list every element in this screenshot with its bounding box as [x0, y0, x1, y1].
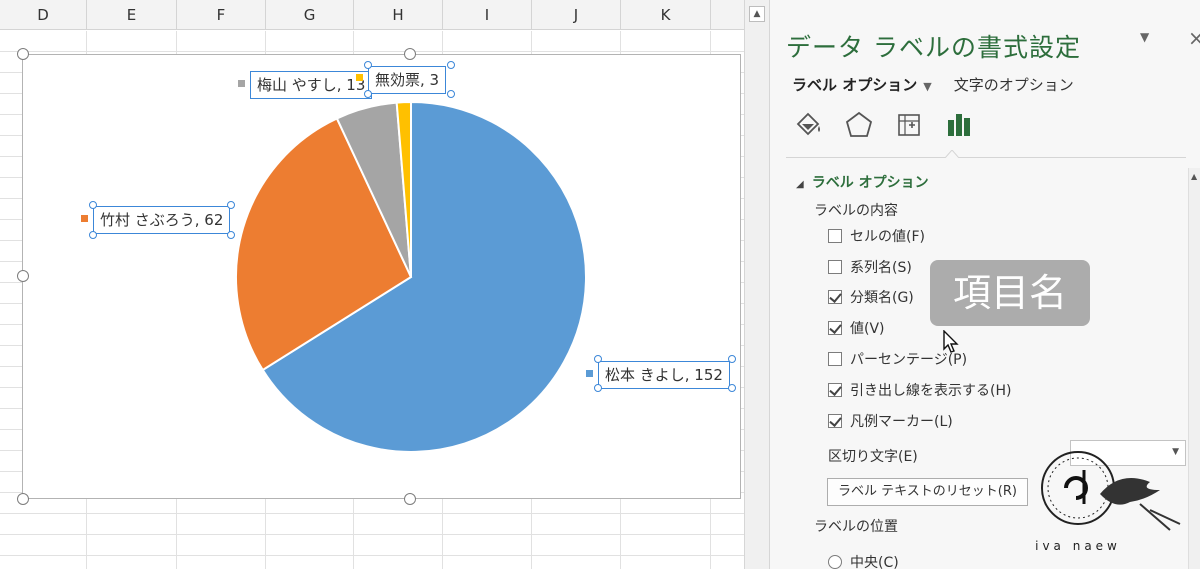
- scroll-up-arrow-icon[interactable]: ▲: [749, 6, 765, 22]
- data-label-text: 無効票, 3: [375, 71, 440, 89]
- label-handle[interactable]: [594, 355, 602, 363]
- data-label-takemura[interactable]: 竹村 さぶろう, 62: [93, 206, 231, 234]
- column-header-h[interactable]: H: [354, 0, 443, 30]
- legend-marker-takemura: [81, 215, 88, 222]
- option-label: 値(V): [850, 321, 885, 337]
- column-headers: D E F G H I J K: [0, 0, 744, 30]
- label-handle[interactable]: [594, 384, 602, 392]
- label-handle[interactable]: [364, 61, 372, 69]
- section-title: ラベル オプション: [811, 175, 929, 191]
- column-header-d[interactable]: D: [0, 0, 87, 30]
- legend-marker-mukouhyou: [356, 74, 363, 81]
- divider: [786, 157, 1186, 158]
- column-header-j[interactable]: J: [532, 0, 621, 30]
- chart-resize-handle-bottom-left[interactable]: [17, 493, 29, 505]
- label-handle[interactable]: [227, 201, 235, 209]
- label-contents-heading: ラベルの内容: [814, 203, 898, 219]
- legend-marker-umeyama: [238, 80, 245, 87]
- label-position-heading: ラベルの位置: [814, 519, 898, 535]
- label-handle[interactable]: [89, 231, 97, 239]
- column-header-k[interactable]: K: [621, 0, 711, 30]
- position-center-option[interactable]: 中央(C): [828, 552, 899, 569]
- tooltip-category-name: 項目名: [930, 260, 1090, 326]
- data-label-text: 梅山 やすし, 13: [257, 76, 366, 94]
- label-handle[interactable]: [364, 90, 372, 98]
- chart-resize-handle-bottom[interactable]: [404, 493, 416, 505]
- chart-area[interactable]: [22, 54, 741, 499]
- option-label: 系列名(S): [850, 260, 912, 276]
- section-label-options[interactable]: ◢ ラベル オプション: [796, 172, 929, 192]
- collapse-triangle-icon[interactable]: ◢: [796, 179, 804, 190]
- option-category-icons: [792, 108, 992, 144]
- checkbox[interactable]: [828, 229, 842, 243]
- label-handle[interactable]: [728, 355, 736, 363]
- chart-resize-handle-top[interactable]: [404, 48, 416, 60]
- data-label-umeyama[interactable]: 梅山 やすし, 13: [250, 71, 373, 99]
- selected-category-pointer-icon: [945, 150, 959, 158]
- option-value[interactable]: 値(V): [828, 320, 885, 340]
- option-percentage[interactable]: パーセンテージ(P): [828, 351, 967, 371]
- column-header-e[interactable]: E: [87, 0, 177, 30]
- watermark-text: iva naew: [1035, 539, 1121, 553]
- option-category-name[interactable]: 分類名(G): [828, 289, 914, 309]
- reset-label-text-button[interactable]: ラベル テキストのリセット(R): [827, 478, 1028, 506]
- pentagon-icon[interactable]: [842, 108, 876, 142]
- pane-tabs: ラベル オプション ▼ 文字のオプション: [792, 74, 1074, 95]
- checkbox[interactable]: [828, 321, 842, 335]
- option-label: セルの値(F): [850, 229, 925, 245]
- option-cell-value[interactable]: セルの値(F): [828, 228, 925, 248]
- fill-bucket-icon[interactable]: [792, 108, 826, 142]
- data-label-text: 竹村 さぶろう, 62: [100, 211, 224, 229]
- close-icon[interactable]: ×: [1188, 26, 1200, 50]
- label-handle[interactable]: [89, 201, 97, 209]
- data-label-text: 松本 きよし, 152: [605, 366, 723, 384]
- option-label: 凡例マーカー(L): [850, 414, 953, 430]
- option-series-name[interactable]: 系列名(S): [828, 259, 912, 279]
- pane-title: データ ラベルの書式設定: [786, 33, 1081, 62]
- column-header-i[interactable]: I: [443, 0, 532, 30]
- mouse-cursor-icon: [943, 330, 959, 353]
- vertical-scrollbar[interactable]: ▲: [744, 0, 770, 569]
- radio-button[interactable]: [828, 555, 842, 569]
- label-handle[interactable]: [447, 90, 455, 98]
- pane-options-dropdown-icon[interactable]: ▼: [1140, 30, 1149, 44]
- option-label: 分類名(G): [850, 290, 914, 306]
- label-handle[interactable]: [728, 384, 736, 392]
- chart-resize-handle-top-left[interactable]: [17, 48, 29, 60]
- watermark-logo: iva naew: [1035, 451, 1181, 553]
- checkbox[interactable]: [828, 383, 842, 397]
- legend-marker-matsumoto: [586, 370, 593, 377]
- chart-resize-handle-left[interactable]: [17, 270, 29, 282]
- bar-chart-icon[interactable]: [942, 108, 976, 142]
- label-handle[interactable]: [447, 61, 455, 69]
- spreadsheet-area: D E F G H I J K 梅山 やすし, 13 無効票, 3 竹村 さぶろ…: [0, 0, 744, 569]
- tab-text-options[interactable]: 文字のオプション: [954, 76, 1074, 94]
- data-label-matsumoto[interactable]: 松本 きよし, 152: [598, 361, 730, 389]
- separator-label: 区切り文字(E): [828, 449, 918, 465]
- data-label-mukouhyou[interactable]: 無効票, 3: [368, 66, 447, 94]
- chevron-down-icon[interactable]: ▼: [923, 80, 931, 93]
- size-properties-icon[interactable]: [892, 108, 926, 142]
- option-label: パーセンテージ(P): [850, 352, 968, 368]
- option-label: 中央(C): [850, 555, 899, 569]
- scroll-up-arrow-icon[interactable]: ▲: [1191, 172, 1197, 181]
- excel-window: D E F G H I J K 梅山 やすし, 13 無効票, 3 竹村 さぶろ…: [0, 0, 1200, 569]
- tab-label-options[interactable]: ラベル オプション: [792, 76, 917, 94]
- column-header-f[interactable]: F: [177, 0, 266, 30]
- column-header-g[interactable]: G: [266, 0, 354, 30]
- pie-chart[interactable]: [23, 55, 742, 500]
- checkbox[interactable]: [828, 352, 842, 366]
- option-legend-key[interactable]: 凡例マーカー(L): [828, 413, 953, 433]
- option-show-leader-lines[interactable]: 引き出し線を表示する(H): [828, 382, 1011, 402]
- option-label: 引き出し線を表示する(H): [850, 383, 1012, 399]
- checkbox[interactable]: [828, 414, 842, 428]
- label-handle[interactable]: [227, 231, 235, 239]
- checkbox[interactable]: [828, 290, 842, 304]
- checkbox[interactable]: [828, 260, 842, 274]
